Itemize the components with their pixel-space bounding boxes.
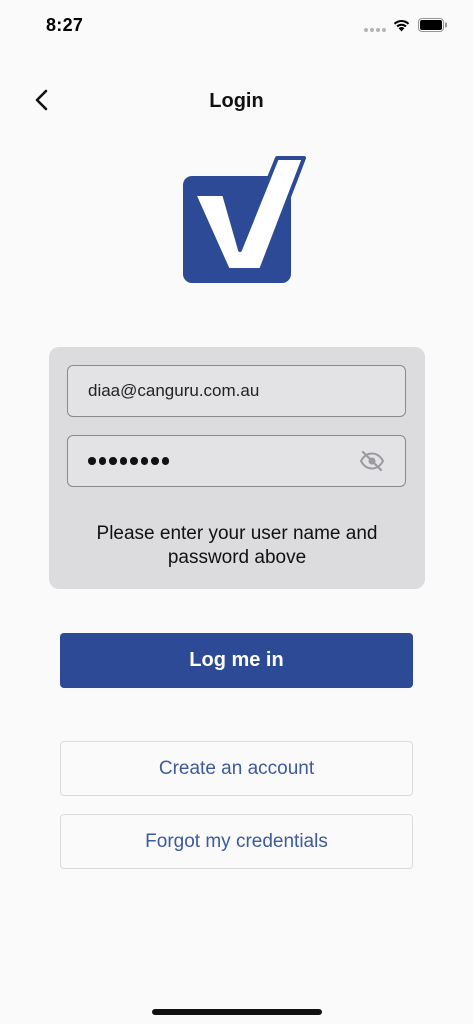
nav-bar: Login	[0, 78, 473, 124]
password-mask-dot	[161, 457, 169, 465]
login-button[interactable]: Log me in	[60, 633, 413, 688]
checkmark-logo-icon	[183, 156, 306, 283]
password-mask-dot	[88, 457, 96, 465]
password-mask-dot	[151, 457, 159, 465]
forgot-credentials-button[interactable]: Forgot my credentials	[60, 814, 413, 869]
password-mask-dot	[98, 457, 106, 465]
login-hint: Please enter your user name and password…	[96, 523, 378, 568]
page-title: Login	[209, 90, 264, 112]
battery-icon	[418, 18, 447, 32]
email-field[interactable]	[67, 365, 406, 417]
create-account-button[interactable]: Create an account	[60, 741, 413, 796]
password-mask-dot	[140, 457, 148, 465]
password-field[interactable]	[67, 435, 406, 487]
password-input[interactable]	[88, 457, 169, 465]
password-mask-dot	[130, 457, 138, 465]
eye-slash-icon[interactable]	[359, 450, 385, 472]
status-time: 8:27	[46, 15, 84, 35]
email-input[interactable]	[88, 381, 348, 401]
password-mask-dot	[119, 457, 127, 465]
signal-icon	[364, 28, 386, 32]
password-mask-dot	[109, 457, 117, 465]
status-bar: 8:27	[0, 0, 473, 54]
login-card: Please enter your user name and password…	[49, 347, 425, 589]
wifi-icon	[393, 19, 410, 32]
home-indicator	[152, 1009, 322, 1015]
